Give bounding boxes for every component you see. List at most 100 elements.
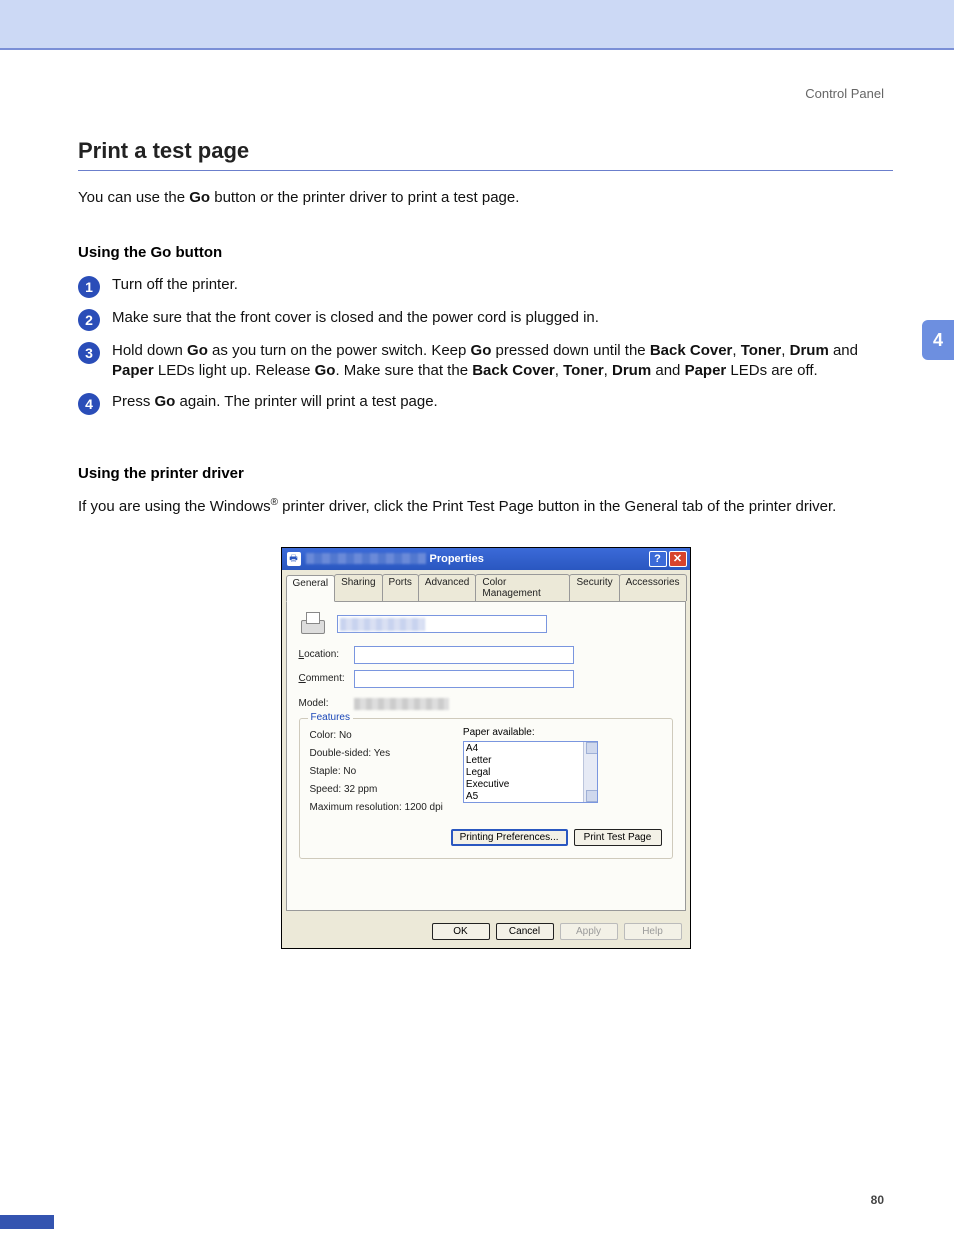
location-label: Location: [299,649,354,660]
step-number-badge: 3 [78,342,100,364]
tb: Go [315,362,336,379]
step-1: 1 Turn off the printer. [78,275,893,298]
t: , [732,342,740,359]
chapter-side-tab[interactable]: 4 [922,320,954,360]
paper-item: Legal [466,767,595,779]
features-columns: Color: No Double-sided: Yes Staple: No S… [310,727,662,817]
redacted-value [340,618,425,631]
dialog-title: Properties [430,553,484,565]
comment-input[interactable] [354,670,574,688]
page-number: 80 [871,1193,884,1207]
subheading-go-button: Using the Go button [78,244,893,261]
dialog-titlebar[interactable]: 🖶 Properties ? ✕ [282,548,690,570]
t: omment: [306,673,345,684]
features-right-column: Paper available: A4 Letter Legal Executi… [463,727,662,817]
tab-ports[interactable]: Ports [382,574,419,601]
page-top-bar [0,0,954,50]
help-button[interactable]: Help [624,923,682,940]
step-text: Make sure that the front cover is closed… [112,308,599,328]
tab-panel-general: Location: Comment: Model: Features [286,601,686,911]
redacted-model-value [354,698,449,710]
titlebar-help-button[interactable]: ? [649,551,667,567]
tab-advanced[interactable]: Advanced [418,574,476,601]
dialog-wrapper: 🖶 Properties ? ✕ General Sharing Ports A… [78,547,893,949]
tab-color-management[interactable]: Color Management [475,574,570,601]
step-3: 3 Hold down Go as you turn on the power … [78,341,893,382]
properties-dialog: 🖶 Properties ? ✕ General Sharing Ports A… [281,547,691,949]
printing-preferences-button[interactable]: Printing Preferences... [451,829,568,846]
comment-label: Comment: [299,673,354,684]
t: pressed down until the [491,342,649,359]
t: Press [112,393,155,410]
printer-name-row [299,612,673,636]
scrollbar[interactable] [583,742,597,802]
t: , [781,342,789,359]
step-number-badge: 2 [78,309,100,331]
paper-item: Letter [466,755,595,767]
t: as you turn on the power switch. Keep [208,342,471,359]
tb: Paper [685,362,727,379]
t: ocation: [304,649,339,660]
step-4: 4 Press Go again. The printer will print… [78,392,893,415]
ok-button[interactable]: OK [432,923,490,940]
t: and [651,362,684,379]
t: and [829,342,858,359]
step-number-badge: 4 [78,393,100,415]
page-title: Print a test page [78,138,893,171]
paper-item: A5 [466,791,595,803]
intro-paragraph: You can use the Go button or the printer… [78,189,893,206]
tb: Drum [612,362,651,379]
step-text: Press Go again. The printer will print a… [112,392,438,412]
feature-color: Color: No [310,727,443,745]
comment-row: Comment: [299,670,673,688]
paper-available-label: Paper available: [463,727,662,738]
tab-accessories[interactable]: Accessories [619,574,687,601]
tb: Toner [741,342,782,359]
tab-strip: General Sharing Ports Advanced Color Man… [282,570,690,601]
tb: Paper [112,362,154,379]
apply-button[interactable]: Apply [560,923,618,940]
footer-accent [0,1215,54,1229]
text-bold: Go [189,189,210,206]
model-label: Model: [299,698,354,709]
page-content: Print a test page You can use the Go but… [78,138,893,949]
step-2: 2 Make sure that the front cover is clos… [78,308,893,331]
t: If you are using the Windows [78,498,271,515]
tab-general[interactable]: General [286,575,336,602]
feature-staple: Staple: No [310,763,443,781]
t: . Make sure that the [335,362,472,379]
dialog-footer: OK Cancel Apply Help [282,915,690,948]
driver-paragraph: If you are using the Windows® printer dr… [78,496,893,517]
tb: Back Cover [472,362,555,379]
paper-item: Executive [466,779,595,791]
features-left-column: Color: No Double-sided: Yes Staple: No S… [310,727,443,817]
t: LEDs light up. Release [154,362,315,379]
tb: Back Cover [650,342,733,359]
tab-sharing[interactable]: Sharing [334,574,382,601]
titlebar-close-button[interactable]: ✕ [669,551,687,567]
paper-available-list[interactable]: A4 Letter Legal Executive A5 A5 Long Edg… [463,741,598,803]
print-test-page-button[interactable]: Print Test Page [574,829,662,846]
feature-speed: Speed: 32 ppm [310,781,443,799]
t: again. The printer will print a test pag… [175,393,437,410]
paper-item: A4 [466,743,595,755]
steps-list: 1 Turn off the printer. 2 Make sure that… [78,275,893,415]
tb: Drum [790,342,829,359]
redacted-title-text [306,553,426,564]
cancel-button[interactable]: Cancel [496,923,554,940]
location-input[interactable] [354,646,574,664]
text: You can use the [78,189,189,206]
t: , [604,362,612,379]
printer-icon: 🖶 [287,552,301,566]
features-group: Features Color: No Double-sided: Yes Sta… [299,718,673,859]
tab-security[interactable]: Security [569,574,619,601]
t: , [555,362,563,379]
feature-double-sided: Double-sided: Yes [310,745,443,763]
tb: Toner [563,362,604,379]
page-header-label: Control Panel [805,86,884,101]
printer-name-field[interactable] [337,615,547,633]
printer-glyph-icon [299,612,327,636]
t: printer driver, click the Print Test Pag… [278,498,836,515]
tb: Go [155,393,176,410]
tb: Go [187,342,208,359]
